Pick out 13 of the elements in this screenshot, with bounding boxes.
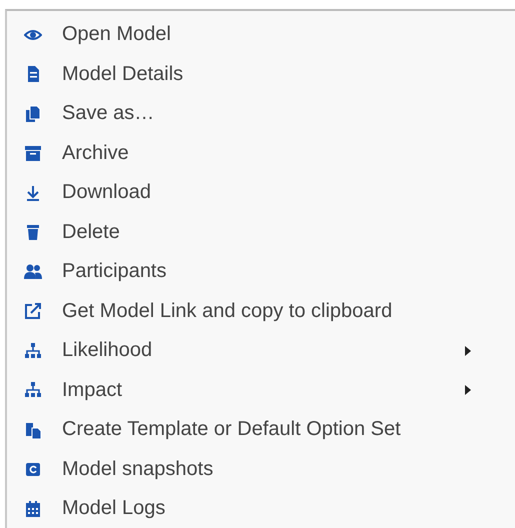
menu-item[interactable]: Model Details: [7, 54, 515, 94]
menu-item[interactable]: Archive: [7, 134, 515, 173]
menu-item[interactable]: Model Logs: [7, 489, 515, 528]
menu-item[interactable]: Model snapshots: [7, 450, 515, 489]
menu-item[interactable]: Delete: [7, 212, 515, 252]
menu-item[interactable]: Likelihood: [7, 331, 515, 370]
menu-item[interactable]: Download: [7, 173, 515, 212]
menu-item[interactable]: Open Model: [7, 15, 515, 54]
menu-item[interactable]: Create Template or Default Option Set: [7, 410, 515, 450]
menu-item[interactable]: Get Model Link and copy to clipboard: [7, 292, 515, 331]
menu-item[interactable]: Impact: [7, 370, 515, 410]
menu-item[interactable]: Participants: [7, 252, 515, 292]
menu-item[interactable]: Save as…: [7, 94, 515, 134]
